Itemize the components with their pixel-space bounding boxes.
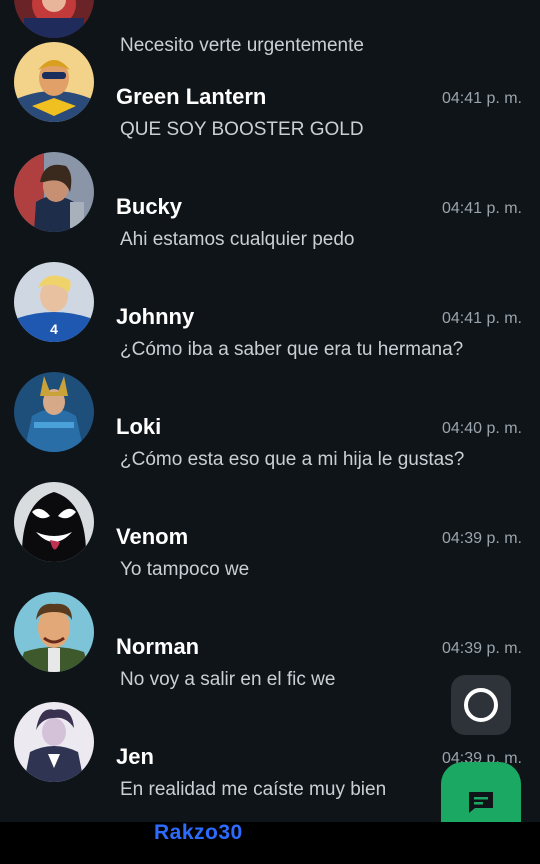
chat-name: Johnny xyxy=(116,304,195,329)
status-button[interactable] xyxy=(451,675,511,735)
chat-name: Green Lantern xyxy=(116,84,267,109)
loki-avatar-icon[interactable] xyxy=(14,372,94,452)
chat-name: Norman xyxy=(116,634,200,659)
chat-name: Jen xyxy=(116,744,154,769)
new-chat-button[interactable] xyxy=(441,762,521,822)
norman-avatar-icon[interactable] xyxy=(14,592,94,672)
chat-name: Bucky xyxy=(116,194,183,219)
chat-time: 04:41 p. m. xyxy=(441,90,522,107)
venom-avatar-icon[interactable] xyxy=(14,482,94,562)
chat-name: Loki xyxy=(116,414,162,439)
chat-row[interactable]: Bucky 04:41 p. m. Ahi estamos cualquier … xyxy=(0,121,540,250)
chat-name: Venom xyxy=(116,524,189,549)
message-icon xyxy=(469,792,493,813)
chat-row[interactable]: 4 Johnny 04:41 p. m. ¿Cómo iba a saber q… xyxy=(0,231,540,360)
chat-time: 04:39 p. m. xyxy=(441,530,522,547)
chat-row[interactable]: Loki 04:40 p. m. ¿Cómo esta eso que a mi… xyxy=(0,341,540,470)
jen-avatar-icon[interactable] xyxy=(14,702,94,782)
chat-row[interactable]: Norman 04:39 p. m. No voy a salir en el … xyxy=(0,561,540,690)
booster-gold-avatar-icon[interactable] xyxy=(14,42,94,122)
bucky-avatar-icon[interactable] xyxy=(14,152,94,232)
chat-time: 04:39 p. m. xyxy=(441,640,522,657)
bottom-bar xyxy=(0,822,540,864)
chat-time: 04:41 p. m. xyxy=(441,200,522,217)
ring-icon xyxy=(464,688,498,722)
svg-text:4: 4 xyxy=(50,321,58,337)
chat-time: 04:40 p. m. xyxy=(441,420,522,437)
chat-row[interactable]: Green Lantern 04:41 p. m. QUE SOY BOOSTE… xyxy=(0,11,540,140)
chat-preview: En realidad me caíste muy bien xyxy=(120,779,387,800)
chat-time: 04:41 p. m. xyxy=(441,310,522,327)
watermark: Rakzo30 xyxy=(154,821,243,844)
chat-row[interactable]: Venom 04:39 p. m. Yo tampoco we xyxy=(0,451,540,580)
johnny-avatar-icon[interactable]: 4 xyxy=(14,262,94,342)
